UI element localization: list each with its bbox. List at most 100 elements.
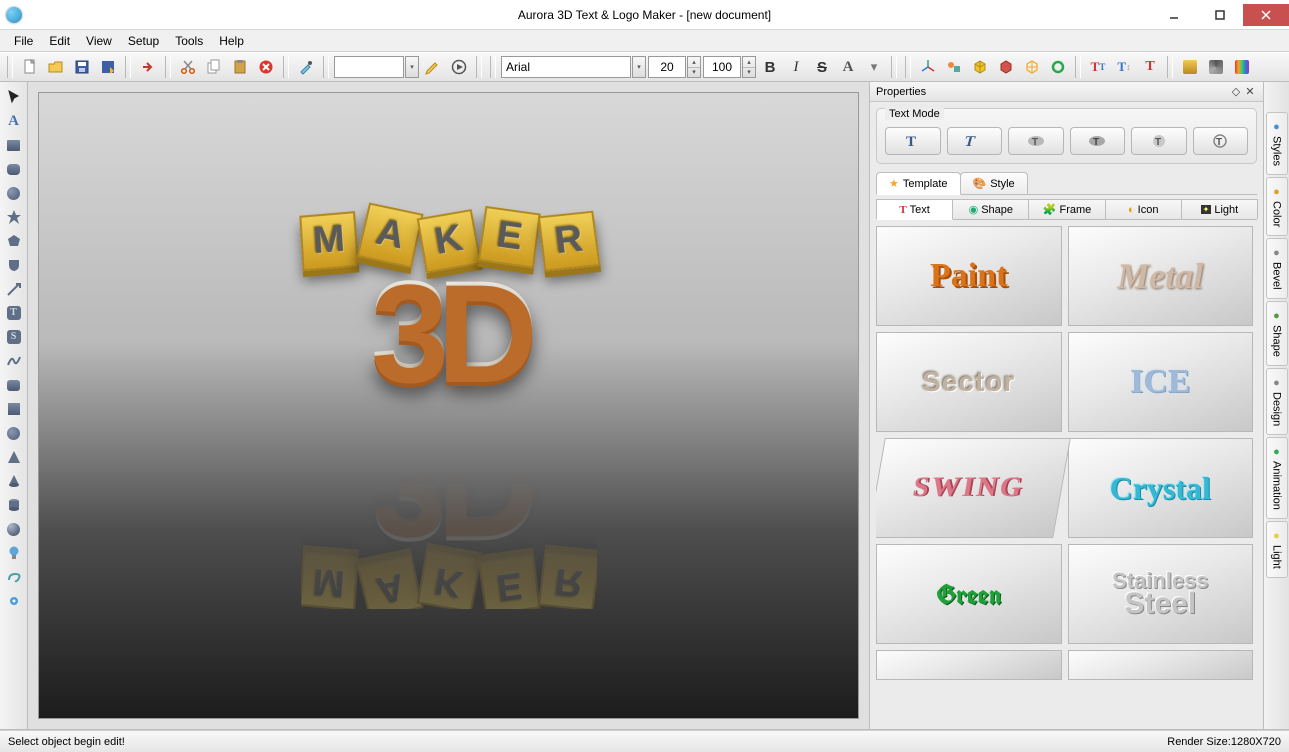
cube-button[interactable]	[968, 55, 992, 79]
template-crystal[interactable]: Crystal	[1068, 438, 1254, 538]
side-tab-shape[interactable]: ●Shape	[1266, 301, 1288, 366]
subtab-shape[interactable]: ◉Shape	[952, 199, 1029, 219]
template-steel[interactable]: StainlessSteel	[1068, 544, 1254, 644]
cube-red-button[interactable]	[994, 55, 1018, 79]
text-mode-2[interactable]: T	[947, 127, 1003, 155]
subtab-text[interactable]: TText	[876, 199, 953, 220]
shield-tool[interactable]	[3, 254, 25, 276]
italic-button[interactable]: I	[784, 55, 808, 79]
panel-undock-button[interactable]: ◇	[1229, 85, 1243, 98]
strike-button[interactable]: S	[810, 55, 834, 79]
roundrect-tool[interactable]	[3, 158, 25, 180]
maximize-button[interactable]	[1197, 4, 1243, 26]
side-tab-animation[interactable]: ●Animation	[1266, 437, 1288, 519]
menu-file[interactable]: File	[6, 30, 41, 51]
font-size-stepper[interactable]: ▴▾	[687, 56, 701, 78]
text-icon-3[interactable]: T	[1138, 55, 1162, 79]
delete-button[interactable]	[254, 55, 278, 79]
side-tab-bevel[interactable]: ●Bevel	[1266, 238, 1288, 299]
cylinder-tool[interactable]	[3, 494, 25, 516]
quick-text-input[interactable]	[334, 56, 404, 78]
close-button[interactable]	[1243, 4, 1289, 26]
ellipse-tool[interactable]	[3, 182, 25, 204]
copy-button[interactable]	[202, 55, 226, 79]
text-mode-5[interactable]: T	[1131, 127, 1187, 155]
side-tab-design[interactable]: ●Design	[1266, 368, 1288, 435]
color-swatch-button[interactable]	[1178, 55, 1202, 79]
color-picker-button[interactable]	[294, 55, 318, 79]
rect-tool[interactable]	[3, 134, 25, 156]
play-button[interactable]	[447, 55, 471, 79]
export-button[interactable]	[136, 55, 160, 79]
side-tab-styles[interactable]: ●Styles	[1266, 112, 1288, 175]
open-button[interactable]	[44, 55, 68, 79]
cut-button[interactable]	[176, 55, 200, 79]
template-green[interactable]: Green	[876, 544, 1062, 644]
mesh-button[interactable]	[1020, 55, 1044, 79]
triangle-tool[interactable]	[3, 446, 25, 468]
template-empty[interactable]	[1068, 650, 1254, 680]
text-mode-3[interactable]: T	[1008, 127, 1064, 155]
template-ice[interactable]: ICE	[1068, 332, 1254, 432]
panel-close-button[interactable]: ✕	[1243, 85, 1257, 98]
text3d-tool[interactable]: T	[3, 302, 25, 324]
square-tool[interactable]	[3, 398, 25, 420]
curve-tool[interactable]	[3, 350, 25, 372]
axis-icon[interactable]	[916, 55, 940, 79]
arrow-tool[interactable]	[3, 278, 25, 300]
roundrect2-tool[interactable]	[3, 374, 25, 396]
subtab-light[interactable]: ✦Light	[1181, 199, 1258, 219]
template-swing[interactable]: SWING	[876, 438, 1070, 538]
save-as-button[interactable]	[96, 55, 120, 79]
menu-setup[interactable]: Setup	[120, 30, 167, 51]
sphere-tool[interactable]	[3, 518, 25, 540]
side-tab-color[interactable]: ●Color	[1266, 177, 1288, 236]
font-size-input[interactable]	[648, 56, 686, 78]
paste-button[interactable]	[228, 55, 252, 79]
edit-button[interactable]	[421, 55, 445, 79]
extrude-input[interactable]	[703, 56, 741, 78]
menu-view[interactable]: View	[78, 30, 120, 51]
shape-gallery-button[interactable]	[942, 55, 966, 79]
swirl-tool[interactable]	[3, 566, 25, 588]
font-family-select[interactable]	[501, 56, 631, 78]
tab-style[interactable]: 🎨Style	[960, 172, 1028, 194]
viewport[interactable]: MAKER 3D MAKER 3D	[38, 92, 859, 719]
template-sector[interactable]: Sector	[876, 332, 1062, 432]
bulb-tool[interactable]	[3, 542, 25, 564]
star-tool[interactable]	[3, 206, 25, 228]
template-metal[interactable]: Metal	[1068, 226, 1254, 326]
text-mode-6[interactable]: T	[1193, 127, 1249, 155]
gear-tool[interactable]	[3, 590, 25, 612]
quilt-button[interactable]	[1204, 55, 1228, 79]
s-tool[interactable]: S	[3, 326, 25, 348]
text-icon-2[interactable]: T↕	[1112, 55, 1136, 79]
ring-button[interactable]	[1046, 55, 1070, 79]
select-tool[interactable]	[3, 86, 25, 108]
menu-tools[interactable]: Tools	[167, 30, 211, 51]
save-button[interactable]	[70, 55, 94, 79]
quick-dropdown-button[interactable]: ▾	[405, 56, 419, 78]
gradient-button[interactable]	[1230, 55, 1254, 79]
text-mode-1[interactable]: T	[885, 127, 941, 155]
cone-tool[interactable]	[3, 470, 25, 492]
template-gallery[interactable]: PaintMetalSectorICESWINGCrystalGreenStai…	[876, 226, 1257, 694]
template-empty[interactable]	[876, 650, 1062, 680]
text-expand-button[interactable]: ▾	[862, 55, 886, 79]
polygon-tool[interactable]	[3, 230, 25, 252]
circle-tool[interactable]	[3, 422, 25, 444]
subtab-icon[interactable]: ◐Icon	[1105, 199, 1182, 219]
tab-template[interactable]: ★Template	[876, 172, 961, 195]
bold-button[interactable]: B	[758, 55, 782, 79]
font-family-dropdown[interactable]: ▾	[632, 56, 646, 78]
subtab-frame[interactable]: 🧩Frame	[1028, 199, 1105, 219]
text-tool[interactable]: A	[3, 110, 25, 132]
text-style-a-button[interactable]: A	[836, 55, 860, 79]
text-mode-4[interactable]: T	[1070, 127, 1126, 155]
side-tab-light[interactable]: ●Light	[1266, 521, 1288, 578]
template-paint[interactable]: Paint	[876, 226, 1062, 326]
extrude-stepper[interactable]: ▴▾	[742, 56, 756, 78]
text-icon-1[interactable]: TT	[1086, 55, 1110, 79]
menu-help[interactable]: Help	[211, 30, 252, 51]
menu-edit[interactable]: Edit	[41, 30, 78, 51]
